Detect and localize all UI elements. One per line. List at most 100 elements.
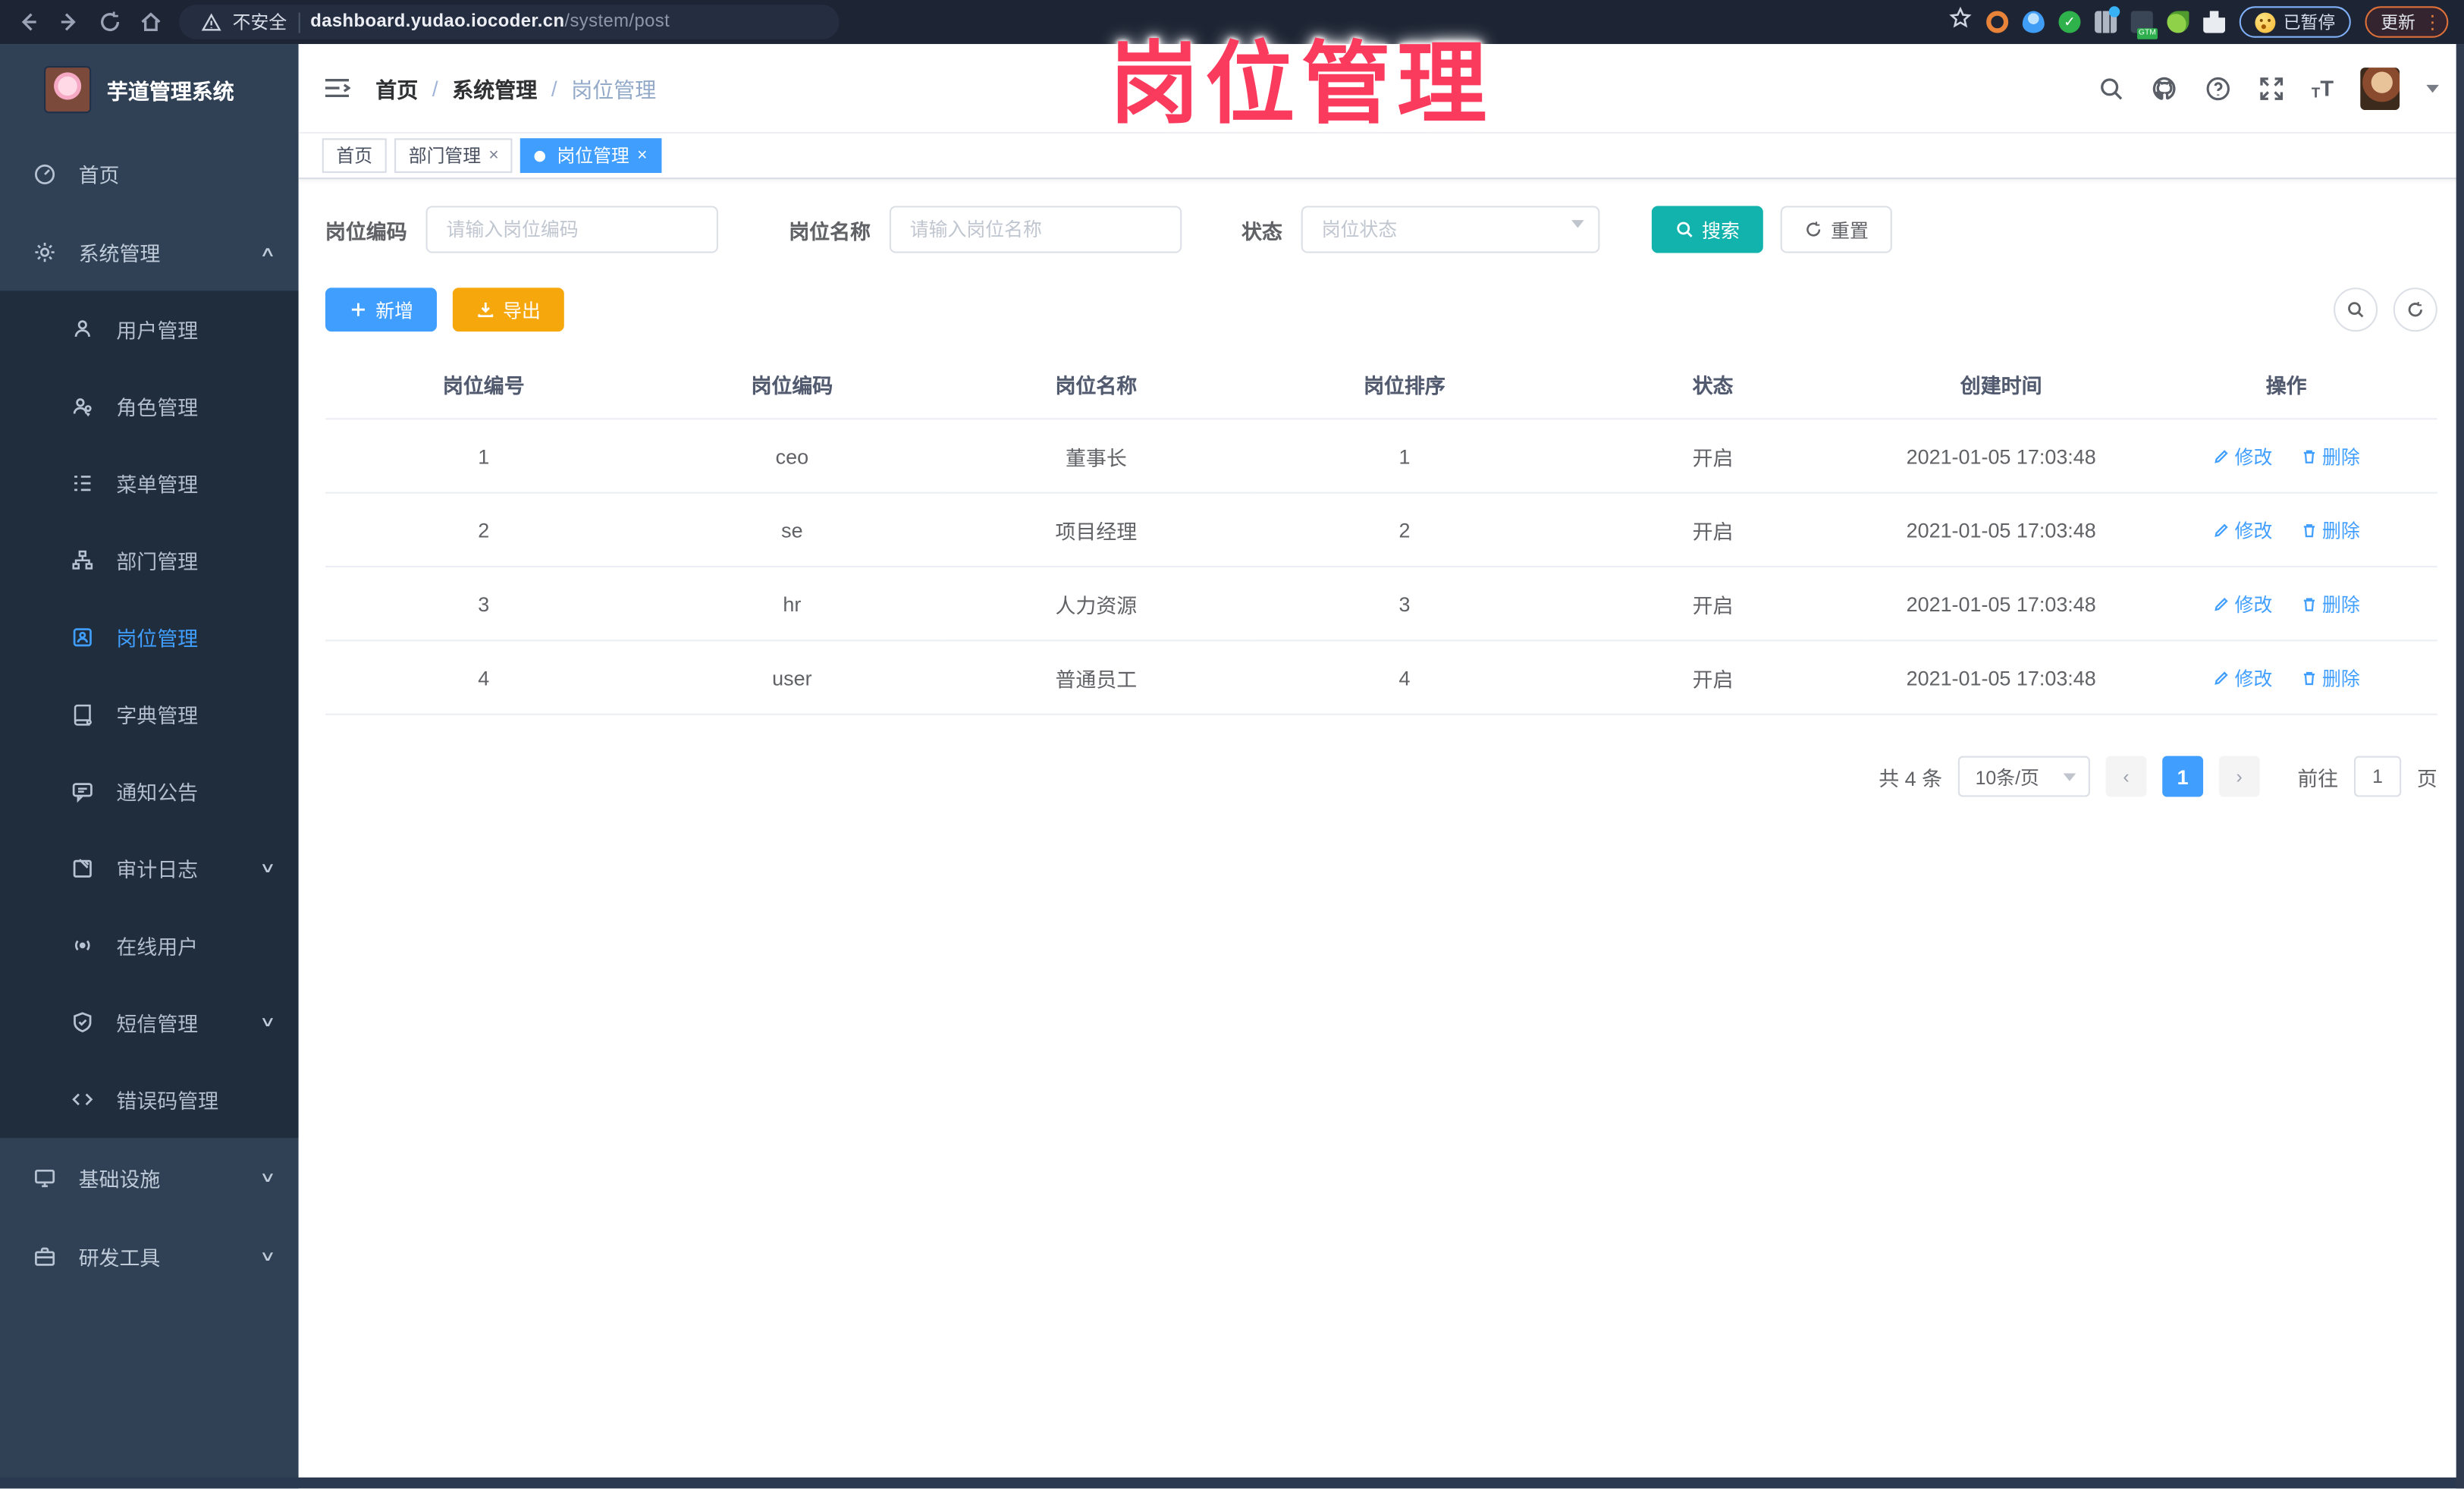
address-bar[interactable]: 不安全 dashboard.yudao.iocoder.cn/system/po… xyxy=(179,5,840,39)
col-created: 创建时间 xyxy=(1960,374,2042,398)
breadcrumb-home[interactable]: 首页 xyxy=(375,72,418,103)
reload-icon[interactable] xyxy=(97,9,122,34)
insecure-warning-icon xyxy=(201,12,221,33)
goto-label: 前往 xyxy=(2297,766,2339,790)
post-code-input[interactable] xyxy=(425,206,718,253)
sidebar-item-posts[interactable]: 岗位管理 xyxy=(0,598,299,676)
status-select[interactable] xyxy=(1301,206,1600,253)
table-row: 4 user 普通员工 4 开启 2021-01-05 17:03:48 修改 … xyxy=(325,639,2437,715)
code-icon xyxy=(71,1088,94,1111)
browser-menu-kebab-icon[interactable]: ⋮ xyxy=(2423,13,2442,32)
sms-shield-icon xyxy=(71,1010,94,1034)
gear-icon xyxy=(33,240,57,263)
menu-list-icon xyxy=(71,472,94,495)
window-scrollbar[interactable] xyxy=(2456,44,2464,1489)
extensions-puzzle-icon[interactable] xyxy=(2203,11,2226,33)
extension-icon-columns[interactable] xyxy=(2095,6,2120,33)
delete-link[interactable]: 删除 xyxy=(2300,664,2360,690)
next-page-button[interactable]: › xyxy=(2218,755,2260,797)
extension-icon-leaf[interactable] xyxy=(2167,11,2189,33)
page-size-select[interactable]: 10条/页 xyxy=(1957,755,2090,797)
post-name-input[interactable] xyxy=(889,206,1182,253)
export-button[interactable]: 导出 xyxy=(452,287,564,332)
update-button[interactable]: 更新 ⋮ xyxy=(2365,6,2449,38)
org-tree-icon xyxy=(71,548,94,572)
goto-page-input[interactable] xyxy=(2353,755,2402,797)
post-code-label: 岗位编码 xyxy=(325,219,407,243)
monitor-icon xyxy=(33,1165,57,1189)
post-name-label: 岗位名称 xyxy=(789,219,871,243)
refresh-button[interactable] xyxy=(2393,287,2437,332)
posts-table: 岗位编号 岗位编码 岗位名称 岗位排序 状态 创建时间 操作 1 ceo 董事长… xyxy=(325,353,2437,715)
delete-link[interactable]: 删除 xyxy=(2300,442,2360,469)
sidebar-item-system[interactable]: 系统管理 ∧ xyxy=(0,212,299,291)
paused-badge[interactable]: 已暂停 xyxy=(2239,6,2351,38)
tab-departments[interactable]: 部门管理 × xyxy=(394,138,513,173)
avatar-caret-icon[interactable] xyxy=(2426,83,2439,99)
prev-page-button[interactable]: ‹ xyxy=(2105,755,2147,797)
sidebar-item-sms[interactable]: 短信管理 ∨ xyxy=(0,984,299,1061)
table-row: 3 hr 人力资源 3 开启 2021-01-05 17:03:48 修改 删除 xyxy=(325,565,2437,641)
sidebar-item-dev-tools[interactable]: 研发工具 ∨ xyxy=(0,1217,299,1296)
bookmark-star-icon[interactable] xyxy=(1948,6,1972,37)
home-icon[interactable] xyxy=(138,9,163,34)
delete-link[interactable]: 删除 xyxy=(2300,590,2360,617)
post-badge-icon xyxy=(71,626,94,649)
edit-link[interactable]: 修改 xyxy=(2213,517,2272,543)
sidebar-item-notices[interactable]: 通知公告 xyxy=(0,753,299,831)
breadcrumb-current: 岗位管理 xyxy=(571,78,657,102)
sidebar-item-audit-log[interactable]: 审计日志 ∨ xyxy=(0,830,299,907)
col-post-code: 岗位编码 xyxy=(751,374,833,398)
app-title: 芋道管理系统 xyxy=(106,79,234,103)
chevron-down-icon: ∨ xyxy=(259,1247,277,1263)
sidebar-item-roles[interactable]: 角色管理 xyxy=(0,368,299,445)
delete-link[interactable]: 删除 xyxy=(2300,517,2360,543)
tab-posts[interactable]: 岗位管理 × xyxy=(520,138,662,173)
forward-icon[interactable] xyxy=(57,9,82,34)
tab-home[interactable]: 首页 xyxy=(322,138,387,173)
sidebar-item-error-codes[interactable]: 错误码管理 xyxy=(0,1061,299,1139)
reset-button[interactable]: 重置 xyxy=(1780,206,1892,253)
edit-link[interactable]: 修改 xyxy=(2213,590,2272,617)
edit-link[interactable]: 修改 xyxy=(2213,664,2272,690)
app-logo xyxy=(44,64,92,113)
extension-icon-gtm[interactable] xyxy=(2130,11,2158,39)
breadcrumb-section[interactable]: 系统管理 xyxy=(452,72,537,103)
github-icon[interactable] xyxy=(2152,74,2178,101)
sidebar-item-users[interactable]: 用户管理 xyxy=(0,291,299,368)
current-page[interactable]: 1 xyxy=(2162,755,2204,797)
sidebar-item-menus[interactable]: 菜单管理 xyxy=(0,445,299,522)
header-search-icon[interactable] xyxy=(2098,74,2124,101)
toggle-search-button[interactable] xyxy=(2334,287,2378,332)
back-icon[interactable] xyxy=(16,9,41,34)
app-logo-row[interactable]: 芋道管理系统 xyxy=(0,44,299,134)
sidebar-item-dicts[interactable]: 字典管理 xyxy=(0,676,299,753)
online-signal-icon xyxy=(71,934,94,957)
sidebar: 芋道管理系统 首页 系统管理 ∧ 用户管理 角色管理 菜单管理 部门管理 岗位管… xyxy=(0,44,299,1489)
hamburger-icon[interactable] xyxy=(324,77,351,99)
col-actions: 操作 xyxy=(2265,374,2307,398)
edit-link[interactable]: 修改 xyxy=(2213,442,2272,469)
extension-icon-orange[interactable] xyxy=(1986,11,2009,33)
user-icon xyxy=(71,318,94,341)
table-row: 1 ceo 董事长 1 开启 2021-01-05 17:03:48 修改 删除 xyxy=(325,418,2437,493)
search-button[interactable]: 搜索 xyxy=(1651,206,1764,253)
close-icon[interactable]: × xyxy=(637,146,647,165)
help-icon[interactable] xyxy=(2205,74,2231,101)
sidebar-item-home[interactable]: 首页 xyxy=(0,134,299,212)
avatar[interactable] xyxy=(2360,67,2400,110)
text-size-icon[interactable]: TT xyxy=(2312,75,2334,100)
close-icon[interactable]: × xyxy=(488,146,498,165)
extension-icon-drop[interactable] xyxy=(2022,11,2045,33)
chevron-down-icon: ∨ xyxy=(259,859,277,876)
sidebar-item-departments[interactable]: 部门管理 xyxy=(0,522,299,599)
add-button[interactable]: 新增 xyxy=(325,287,438,332)
col-post-id: 岗位编号 xyxy=(442,374,525,398)
extension-icon-check[interactable] xyxy=(2058,11,2081,33)
sidebar-item-infrastructure[interactable]: 基础设施 ∨ xyxy=(0,1138,299,1217)
fullscreen-icon[interactable] xyxy=(2258,74,2284,101)
chevron-down-icon: ∨ xyxy=(259,1013,277,1030)
col-post-name: 岗位名称 xyxy=(1055,374,1138,398)
url-text[interactable]: dashboard.yudao.iocoder.cn/system/post xyxy=(310,13,670,32)
sidebar-item-online-users[interactable]: 在线用户 xyxy=(0,907,299,985)
